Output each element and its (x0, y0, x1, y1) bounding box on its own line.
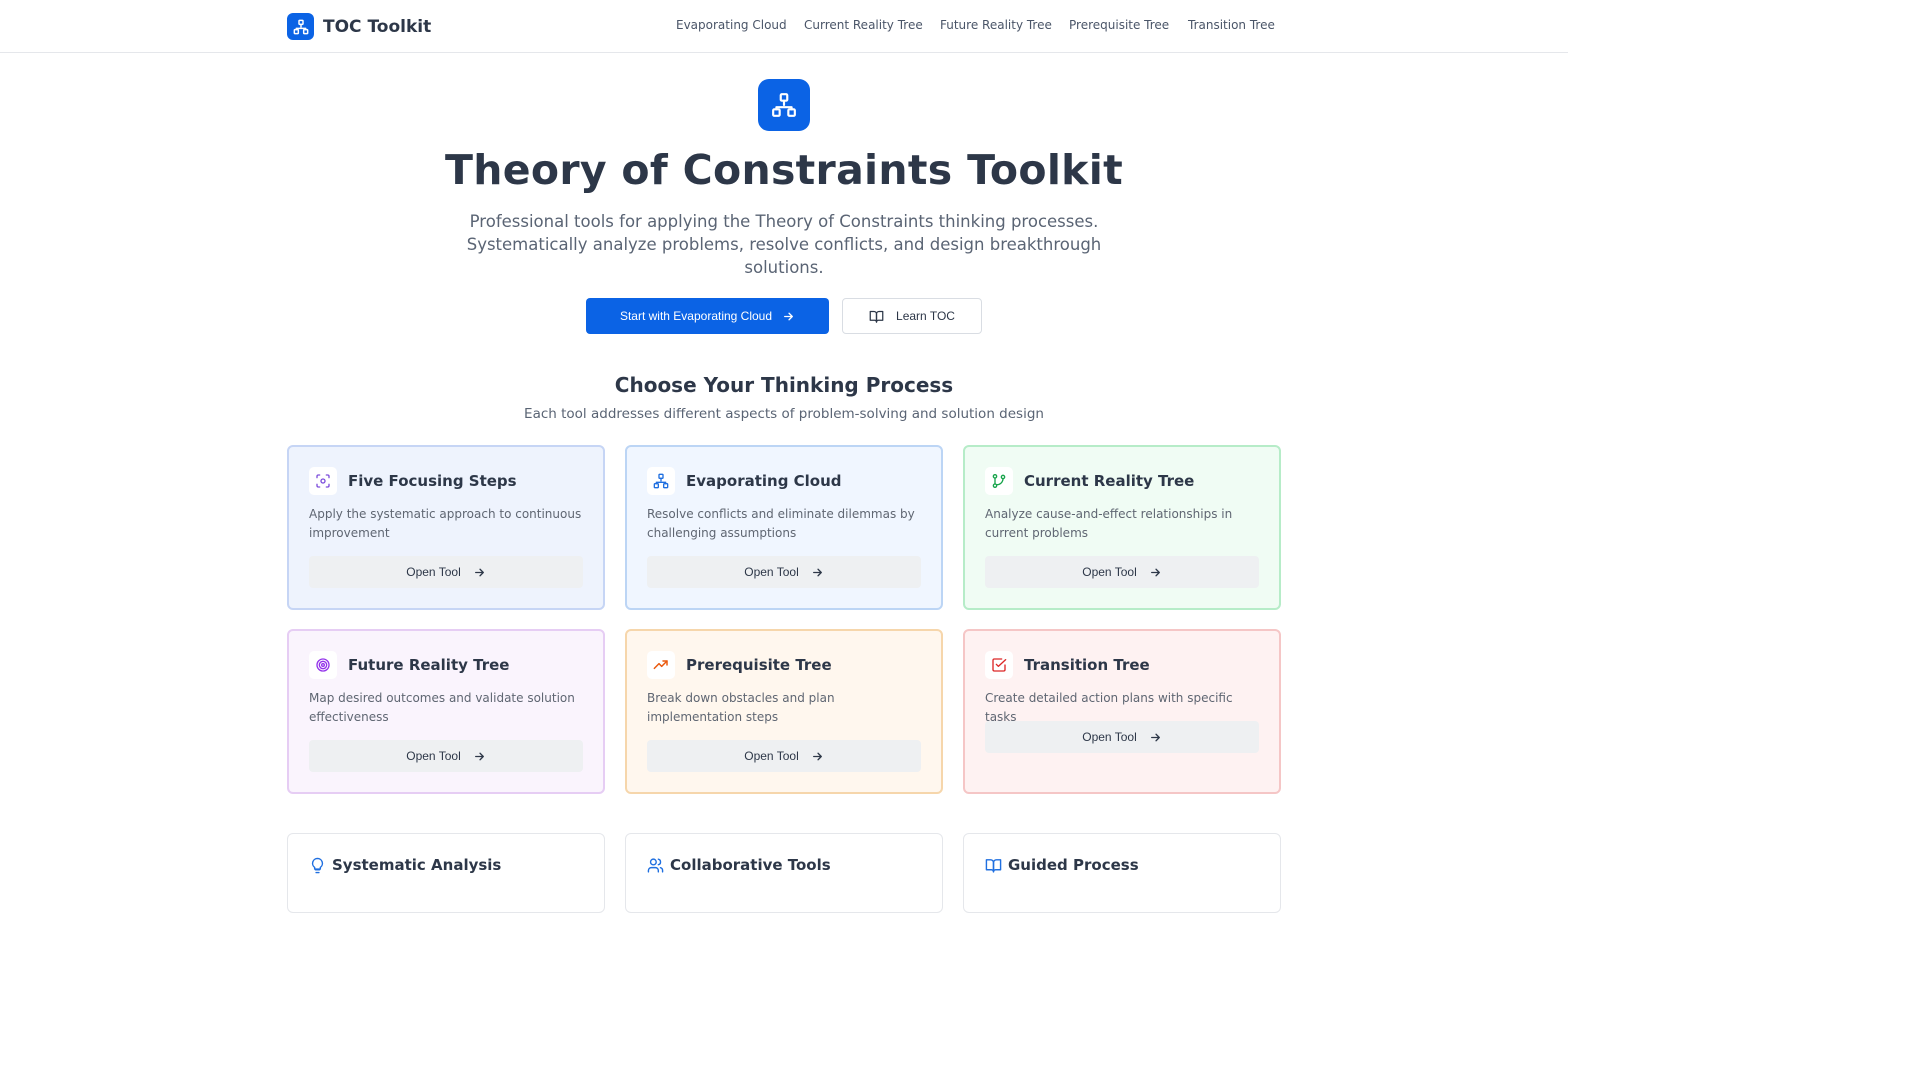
checkbox-icon (985, 651, 1013, 679)
open-tool-button[interactable]: Open Tool (309, 740, 583, 772)
feature-title: Collaborative Tools (670, 856, 831, 874)
card-title: Transition Tree (1024, 656, 1150, 674)
network-logo-icon (287, 13, 314, 40)
users-icon (647, 858, 664, 873)
target-icon (309, 651, 337, 679)
start-button-label: Start with Evaporating Cloud (619, 309, 773, 323)
open-tool-button[interactable]: Open Tool (647, 556, 921, 588)
tool-card-transition-tree: Transition Tree Create detailed action p… (963, 629, 1281, 794)
section-subtitle: Each tool addresses different aspects of… (524, 406, 1044, 422)
tool-card-current-reality-tree: Current Reality Tree Analyze cause-and-e… (963, 445, 1281, 610)
arrow-right-icon (812, 752, 822, 760)
card-description: Map desired outcomes and validate soluti… (309, 691, 575, 724)
book-open-icon (869, 310, 884, 323)
tool-card-evaporating-cloud: Evaporating Cloud Resolve conflicts and … (625, 445, 943, 610)
card-title: Current Reality Tree (1024, 472, 1195, 490)
learn-toc-label: Learn TOC (896, 309, 955, 323)
arrow-right-icon (474, 568, 484, 576)
feature-card-collaborative-tools: Collaborative Tools (625, 833, 943, 913)
git-branch-icon (985, 467, 1013, 495)
nav-current-reality-tree[interactable]: Current Reality Tree (804, 18, 923, 32)
network-hero-icon (758, 79, 810, 131)
arrow-right-icon (812, 568, 822, 576)
nav-evaporating-cloud[interactable]: Evaporating Cloud (676, 18, 787, 32)
feature-card-guided-process: Guided Process (963, 833, 1281, 913)
tool-card-future-reality-tree: Future Reality Tree Map desired outcomes… (287, 629, 605, 794)
trending-up-icon (647, 651, 675, 679)
open-tool-button[interactable]: Open Tool (985, 721, 1259, 753)
lightbulb-icon (311, 857, 324, 874)
arrow-right-icon (1150, 733, 1160, 741)
feature-card-systematic-analysis: Systematic Analysis (287, 833, 605, 913)
open-tool-label: Open Tool (406, 749, 461, 763)
card-title: Prerequisite Tree (686, 656, 832, 674)
open-tool-label: Open Tool (744, 749, 799, 763)
open-tool-label: Open Tool (406, 565, 461, 579)
tool-card-prerequisite-tree: Prerequisite Tree Break down obstacles a… (625, 629, 943, 794)
book-open-icon (985, 859, 1002, 873)
section-title: Choose Your Thinking Process (614, 373, 954, 397)
card-description: Apply the systematic approach to continu… (309, 507, 582, 540)
feature-title: Systematic Analysis (332, 856, 502, 874)
card-title: Future Reality Tree (348, 656, 510, 674)
start-evaporating-cloud-button[interactable]: Start with Evaporating Cloud (586, 298, 829, 334)
open-tool-button[interactable]: Open Tool (309, 556, 583, 588)
card-description: Analyze cause-and-effect relationships i… (985, 507, 1233, 540)
feature-title: Guided Process (1008, 856, 1139, 874)
card-description: Break down obstacles and plan implementa… (647, 691, 835, 724)
hero-subtitle: Professional tools for applying the Theo… (466, 212, 1102, 277)
tool-card-five-focusing-steps: Five Focusing Steps Apply the systematic… (287, 445, 605, 610)
network-icon (647, 467, 675, 495)
open-tool-label: Open Tool (1082, 565, 1137, 579)
open-tool-label: Open Tool (1082, 730, 1137, 744)
nav-transition-tree[interactable]: Transition Tree (1188, 18, 1275, 32)
learn-toc-button[interactable]: Learn TOC (842, 298, 982, 334)
top-navigation-bar: TOC Toolkit Evaporating Cloud Current Re… (0, 0, 1568, 53)
open-tool-button[interactable]: Open Tool (985, 556, 1259, 588)
focus-icon (309, 467, 337, 495)
nav-future-reality-tree[interactable]: Future Reality Tree (940, 18, 1052, 32)
card-title: Evaporating Cloud (686, 472, 842, 490)
page-title: Theory of Constraints Toolkit (444, 146, 1123, 194)
open-tool-button[interactable]: Open Tool (647, 740, 921, 772)
nav-prerequisite-tree[interactable]: Prerequisite Tree (1069, 18, 1169, 32)
arrow-right-icon (1150, 568, 1160, 576)
brand-link[interactable]: TOC Toolkit (287, 13, 431, 40)
brand-name: TOC Toolkit (323, 16, 432, 37)
arrow-right-icon (474, 752, 484, 760)
arrow-right-icon (784, 312, 793, 320)
card-description: Resolve conflicts and eliminate dilemmas… (647, 507, 915, 540)
card-title: Five Focusing Steps (348, 472, 517, 490)
open-tool-label: Open Tool (744, 565, 799, 579)
